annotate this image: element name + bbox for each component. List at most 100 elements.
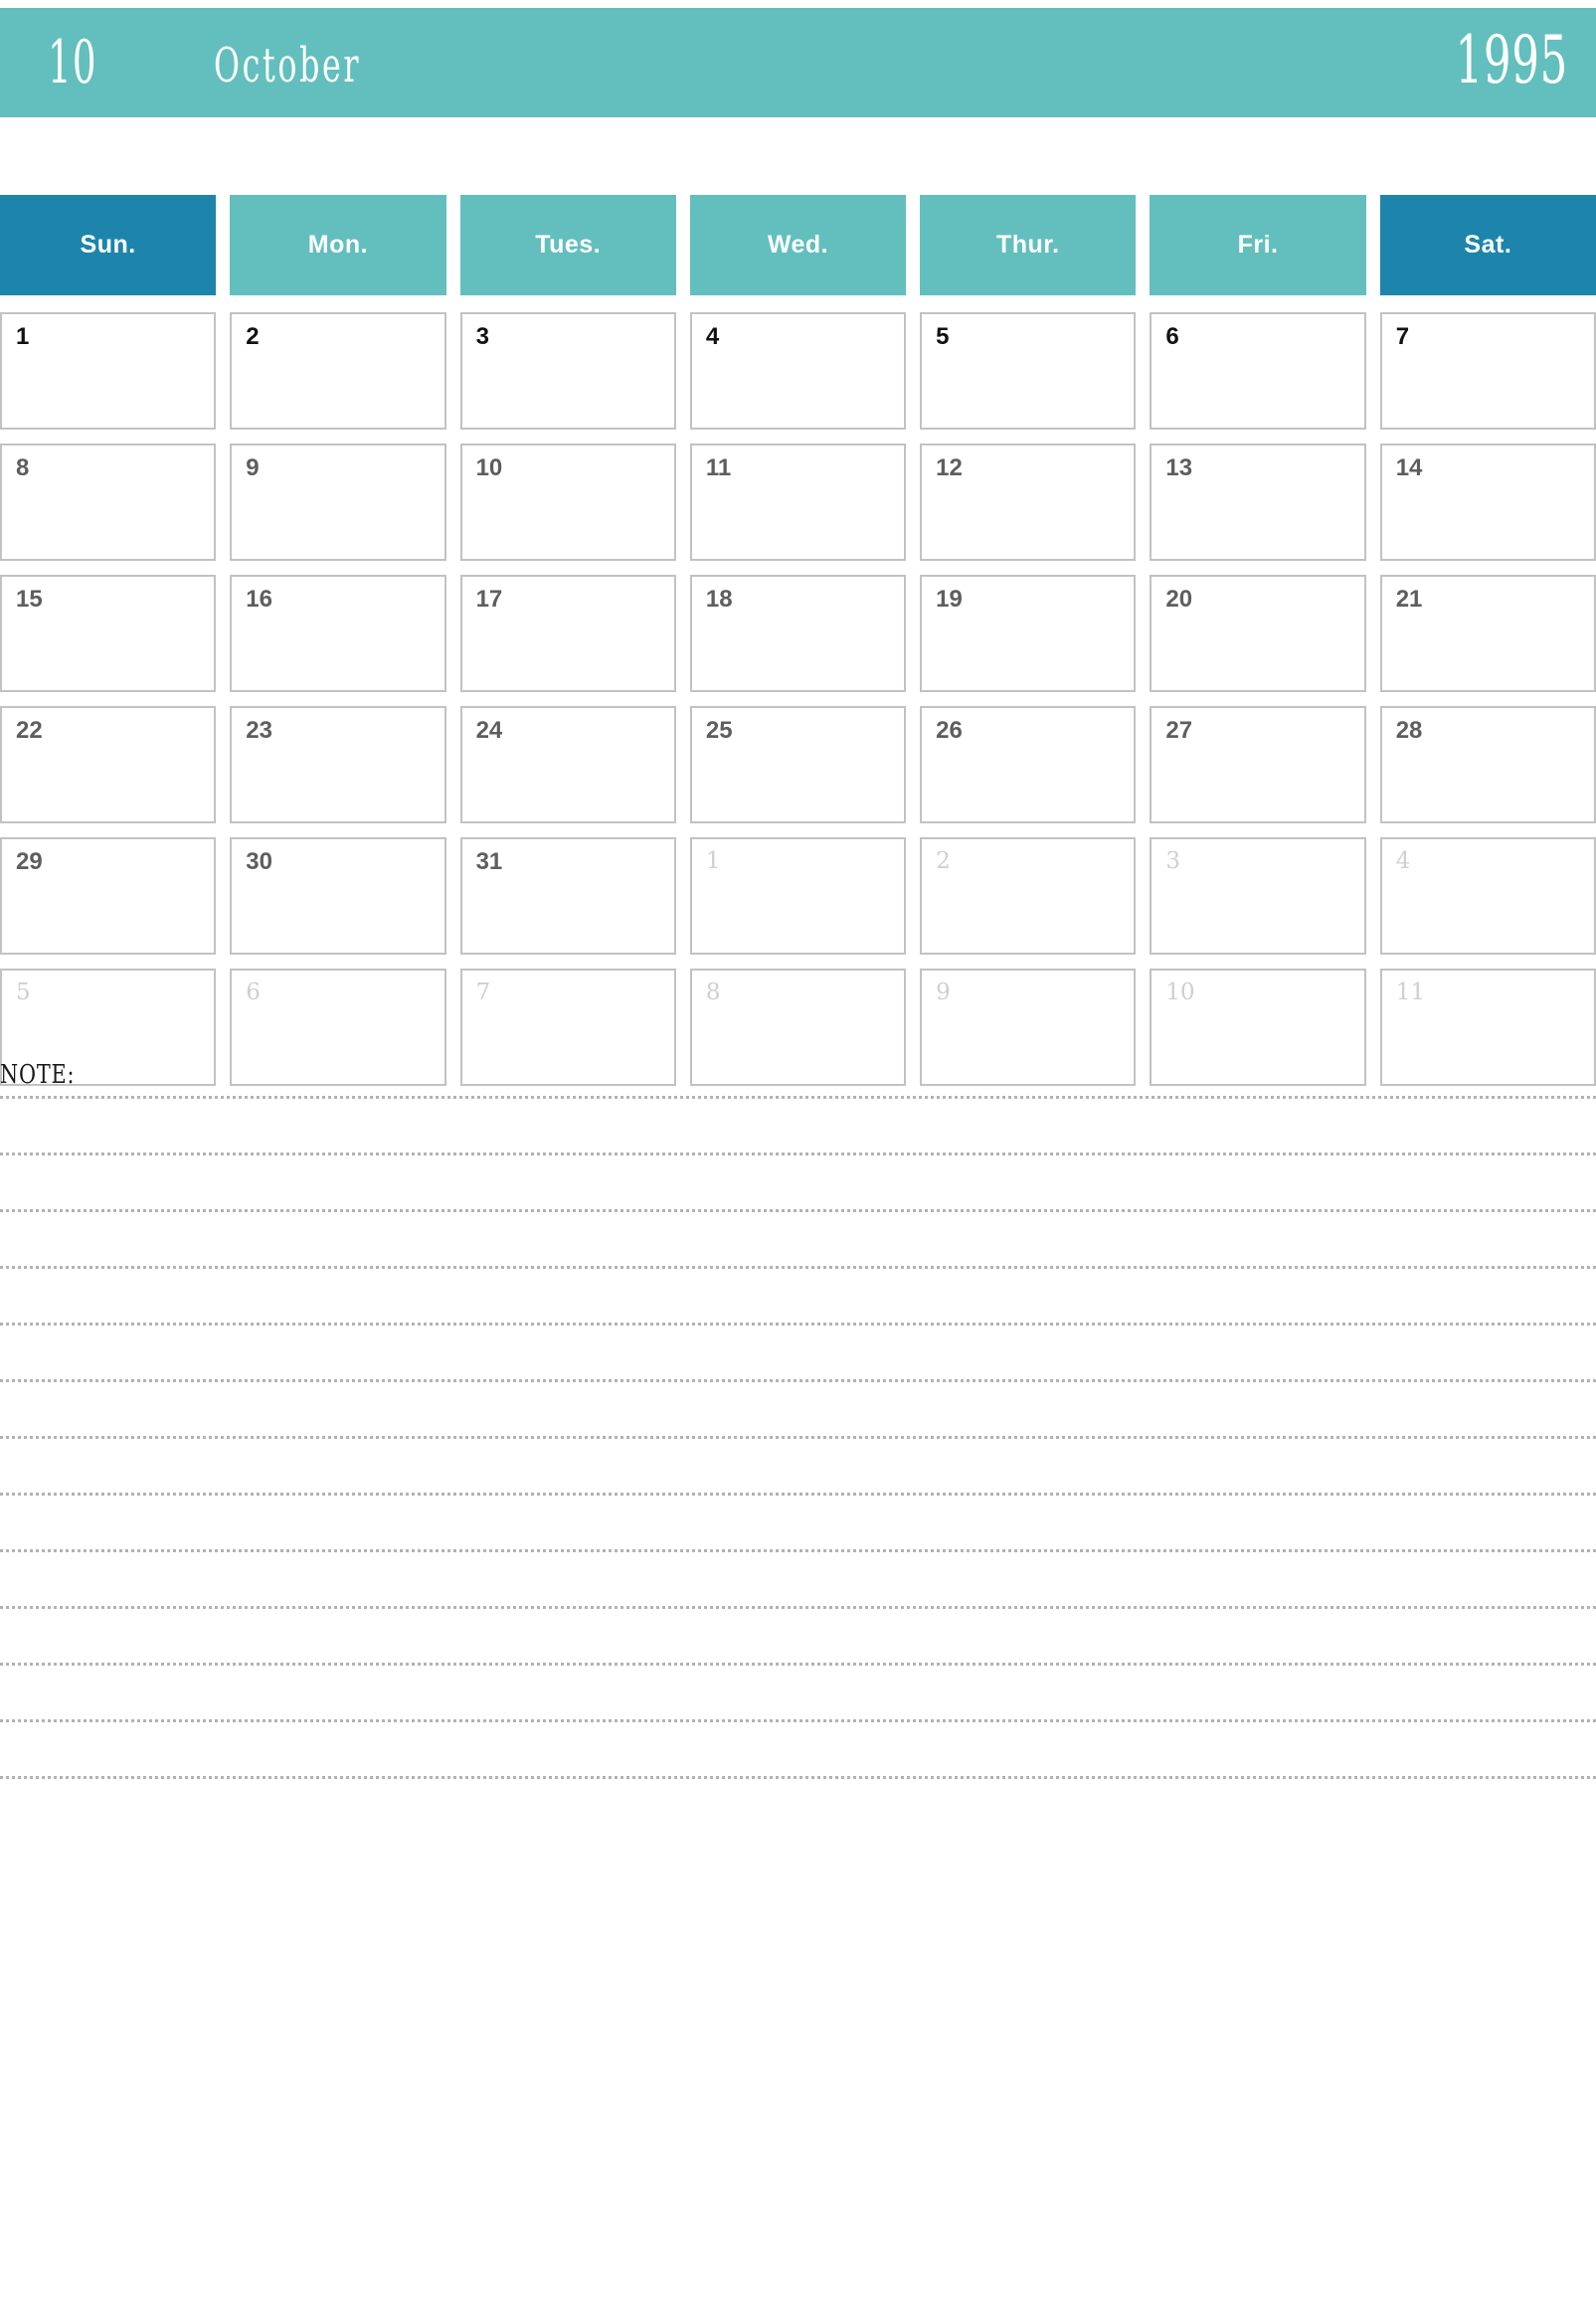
note-line[interactable] bbox=[0, 1493, 1596, 1496]
weekday-header-thur: Thur. bbox=[920, 195, 1137, 295]
note-line[interactable] bbox=[0, 1153, 1596, 1155]
note-line[interactable] bbox=[0, 1549, 1596, 1552]
day-number: 8 bbox=[705, 979, 721, 1005]
day-number: 8 bbox=[16, 454, 30, 481]
day-number: 11 bbox=[1395, 979, 1425, 1005]
note-line[interactable] bbox=[0, 1663, 1596, 1666]
day-cell[interactable]: 25 bbox=[689, 706, 907, 823]
weekday-label: Sun. bbox=[80, 231, 136, 259]
day-cell[interactable]: 11 bbox=[689, 444, 907, 561]
day-number: 26 bbox=[936, 717, 963, 744]
note-line[interactable] bbox=[0, 1719, 1596, 1722]
week-row: 29 30 31 1 2 3 4 bbox=[0, 837, 1596, 955]
day-number: 16 bbox=[246, 586, 272, 613]
note-line[interactable] bbox=[0, 1436, 1596, 1439]
weekday-header-sun: Sun. bbox=[0, 195, 217, 295]
day-number: 19 bbox=[936, 586, 963, 613]
note-line[interactable] bbox=[0, 1209, 1596, 1212]
week-row: 22 23 24 25 26 27 28 bbox=[0, 706, 1596, 823]
note-line[interactable] bbox=[0, 1379, 1596, 1382]
weekday-header-tues: Tues. bbox=[459, 195, 676, 295]
day-cell[interactable]: 15 bbox=[0, 575, 217, 692]
day-cell[interactable]: 22 bbox=[0, 706, 217, 823]
day-cell[interactable]: 5 bbox=[920, 312, 1137, 430]
day-cell[interactable]: 27 bbox=[1150, 706, 1366, 823]
day-cell[interactable]: 16 bbox=[230, 575, 446, 692]
day-number: 9 bbox=[246, 454, 260, 481]
year-number: 1995 bbox=[1455, 22, 1568, 98]
calendar-grid: Sun. Mon. Tues. Wed. Thur. Fri. Sat. 123456789… bbox=[0, 195, 1596, 1100]
day-cell[interactable]: 3 bbox=[459, 312, 676, 430]
day-number: 23 bbox=[246, 717, 272, 744]
day-cell[interactable]: 1 bbox=[689, 837, 907, 955]
day-cell[interactable]: 2 bbox=[920, 837, 1137, 955]
day-number: 30 bbox=[246, 848, 272, 875]
day-cell[interactable]: 8 bbox=[0, 444, 217, 561]
note-lines[interactable] bbox=[0, 1096, 1596, 1779]
day-number: 25 bbox=[705, 717, 733, 744]
day-number: 10 bbox=[1165, 979, 1195, 1005]
weekday-label: Tues. bbox=[535, 231, 602, 259]
week-row: 1 2 3 4 5 6 7 bbox=[0, 312, 1596, 430]
day-number: 4 bbox=[705, 323, 720, 350]
weekday-label: Thur. bbox=[995, 231, 1060, 259]
day-number: 3 bbox=[475, 323, 489, 350]
day-number: 29 bbox=[16, 848, 43, 875]
weekday-header-wed: Wed. bbox=[689, 195, 907, 295]
day-number: 12 bbox=[936, 454, 963, 481]
weeks-container: 1 2 3 4 5 6 7 8 9 10 11 12 13 14 15 16 17 18 19 20 21 22 23 24 2… bbox=[0, 312, 1596, 1086]
day-cell[interactable]: 4 bbox=[689, 312, 907, 430]
day-cell[interactable]: 4 bbox=[1379, 837, 1596, 955]
note-line[interactable] bbox=[0, 1776, 1596, 1779]
day-cell[interactable]: 7 bbox=[1379, 312, 1596, 430]
weekday-header-fri: Fri. bbox=[1150, 195, 1366, 295]
day-number: 13 bbox=[1165, 454, 1193, 481]
day-cell[interactable]: 6 bbox=[1150, 312, 1366, 430]
day-cell[interactable]: 30 bbox=[230, 837, 446, 955]
day-number: 5 bbox=[936, 323, 950, 350]
day-number: 1 bbox=[705, 848, 721, 874]
day-cell[interactable]: 2 bbox=[230, 312, 446, 430]
note-line[interactable] bbox=[0, 1266, 1596, 1269]
day-cell[interactable]: 17 bbox=[459, 575, 676, 692]
day-number: 10 bbox=[475, 454, 503, 481]
note-line[interactable] bbox=[0, 1323, 1596, 1326]
day-cell[interactable]: 13 bbox=[1150, 444, 1366, 561]
day-number: 2 bbox=[936, 848, 951, 874]
day-cell[interactable]: 23 bbox=[230, 706, 446, 823]
day-cell[interactable]: 9 bbox=[230, 444, 446, 561]
day-cell[interactable]: 21 bbox=[1379, 575, 1596, 692]
day-cell[interactable]: 28 bbox=[1379, 706, 1596, 823]
day-cell[interactable]: 24 bbox=[459, 706, 676, 823]
calendar-page: 10 October 1995 Sun. Mon. Tues. Wed. Thur. Fr… bbox=[0, 0, 1596, 2310]
weekday-label: Mon. bbox=[307, 231, 369, 259]
day-cell[interactable]: 18 bbox=[689, 575, 907, 692]
day-cell[interactable]: 1 bbox=[0, 312, 217, 430]
day-number: 6 bbox=[246, 979, 261, 1005]
day-number: 3 bbox=[1165, 848, 1181, 874]
weekday-header-mon: Mon. bbox=[230, 195, 446, 295]
day-cell[interactable]: 29 bbox=[0, 837, 217, 955]
day-cell[interactable]: 19 bbox=[920, 575, 1137, 692]
note-section: NOTE: bbox=[0, 1062, 1596, 1779]
week-row: 15 16 17 18 19 20 21 bbox=[0, 575, 1596, 692]
day-cell[interactable]: 3 bbox=[1150, 837, 1366, 955]
day-cell[interactable]: 26 bbox=[920, 706, 1137, 823]
day-number: 6 bbox=[1165, 323, 1179, 350]
day-cell[interactable]: 20 bbox=[1150, 575, 1366, 692]
day-number: 11 bbox=[705, 454, 732, 481]
weekday-header-row: Sun. Mon. Tues. Wed. Thur. Fri. Sat. bbox=[0, 195, 1596, 295]
day-cell[interactable]: 10 bbox=[459, 444, 676, 561]
day-cell[interactable]: 14 bbox=[1379, 444, 1596, 561]
day-cell[interactable]: 31 bbox=[459, 837, 676, 955]
weekday-header-sat: Sat. bbox=[1379, 195, 1596, 295]
note-line[interactable] bbox=[0, 1096, 1596, 1099]
day-cell[interactable]: 12 bbox=[920, 444, 1137, 561]
day-number: 14 bbox=[1395, 454, 1423, 481]
day-number: 31 bbox=[475, 848, 503, 875]
day-number: 20 bbox=[1165, 586, 1193, 613]
day-number: 21 bbox=[1395, 586, 1423, 613]
note-line[interactable] bbox=[0, 1606, 1596, 1609]
weekday-label: Wed. bbox=[767, 231, 829, 259]
weekday-label: Fri. bbox=[1237, 231, 1279, 259]
